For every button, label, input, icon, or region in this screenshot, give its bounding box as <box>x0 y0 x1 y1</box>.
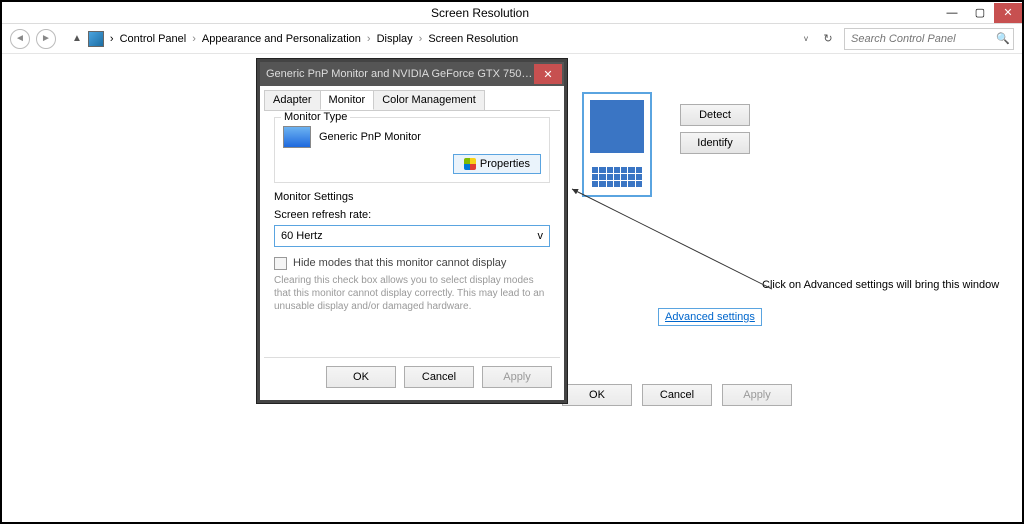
monitor-settings-group: Monitor Settings Screen refresh rate: 60… <box>274 191 550 313</box>
advanced-settings-link[interactable]: Advanced settings <box>658 308 762 326</box>
tab-color-management[interactable]: Color Management <box>373 90 485 110</box>
apply-button: Apply <box>722 384 792 406</box>
maximize-button[interactable]: ▢ <box>966 3 994 23</box>
breadcrumb: Control Panel › Appearance and Personali… <box>120 33 519 45</box>
dialog-close-button[interactable]: ✕ <box>534 64 562 84</box>
identify-button[interactable]: Identify <box>680 132 750 154</box>
up-icon[interactable]: ▲ <box>72 33 82 44</box>
search-box[interactable]: 🔍 <box>844 28 1014 50</box>
search-icon: 🔍 <box>996 32 1010 45</box>
refresh-rate-value: 60 Hertz <box>281 230 323 242</box>
forward-button[interactable]: ► <box>36 29 56 49</box>
refresh-rate-dropdown[interactable]: 60 Hertz v <box>274 225 550 247</box>
hide-modes-help: Clearing this check box allows you to se… <box>274 274 550 313</box>
minimize-button[interactable]: — <box>938 3 966 23</box>
dialog-titlebar: Generic PnP Monitor and NVIDIA GeForce G… <box>260 62 564 86</box>
monitor-icon <box>283 126 311 148</box>
main-button-row: OK Cancel Apply <box>562 384 792 406</box>
annotation-advanced: Click on Advanced settings will bring th… <box>762 279 999 291</box>
dialog-title: Generic PnP Monitor and NVIDIA GeForce G… <box>266 68 534 80</box>
breadcrumb-item[interactable]: Appearance and Personalization <box>202 33 361 45</box>
monitor-name: Generic PnP Monitor <box>319 131 421 143</box>
ok-button[interactable]: OK <box>562 384 632 406</box>
breadcrumb-item[interactable]: Screen Resolution <box>428 33 518 45</box>
hide-modes-row[interactable]: Hide modes that this monitor cannot disp… <box>274 257 550 270</box>
window-title: Screen Resolution <box>22 6 938 20</box>
monitor-settings-label: Monitor Settings <box>274 191 550 203</box>
uac-shield-icon <box>464 158 476 170</box>
refresh-button[interactable]: ↻ <box>818 29 838 49</box>
display-screen-icon <box>590 100 644 153</box>
close-button[interactable]: ✕ <box>994 3 1022 23</box>
control-panel-icon <box>88 31 104 47</box>
monitor-type-group: Monitor Type Generic PnP Monitor Propert… <box>274 117 550 183</box>
hide-modes-checkbox[interactable] <box>274 257 287 270</box>
chevron-down-icon: v <box>538 230 544 242</box>
detect-button[interactable]: Detect <box>680 104 750 126</box>
navigation-bar: ◄ ► ▲ › Control Panel › Appearance and P… <box>2 24 1022 54</box>
cancel-button[interactable]: Cancel <box>642 384 712 406</box>
dialog-tabs: Adapter Monitor Color Management <box>264 90 560 111</box>
breadcrumb-item[interactable]: Display <box>377 33 413 45</box>
breadcrumb-item[interactable]: Control Panel <box>120 33 187 45</box>
display-grid-icon <box>592 167 642 187</box>
tab-monitor[interactable]: Monitor <box>320 90 375 110</box>
dialog-ok-button[interactable]: OK <box>326 366 396 388</box>
search-input[interactable] <box>849 32 996 46</box>
monitor-properties-dialog: Generic PnP Monitor and NVIDIA GeForce G… <box>257 59 567 403</box>
breadcrumb-sep: › <box>110 33 114 45</box>
address-dropdown-icon[interactable]: v <box>800 34 812 43</box>
properties-button[interactable]: Properties <box>453 154 541 174</box>
dialog-body: Monitor Type Generic PnP Monitor Propert… <box>264 110 560 327</box>
tab-adapter[interactable]: Adapter <box>264 90 321 110</box>
content-area: Detect Identify Advanced settings OK Can… <box>2 54 1022 522</box>
display-preview[interactable] <box>582 92 652 197</box>
dialog-footer: OK Cancel Apply <box>264 357 560 396</box>
window-titlebar: Screen Resolution — ▢ ✕ <box>2 2 1022 24</box>
refresh-rate-label: Screen refresh rate: <box>274 209 550 221</box>
dialog-apply-button: Apply <box>482 366 552 388</box>
dialog-cancel-button[interactable]: Cancel <box>404 366 474 388</box>
monitor-type-label: Monitor Type <box>281 111 350 123</box>
hide-modes-label: Hide modes that this monitor cannot disp… <box>293 257 506 269</box>
back-button[interactable]: ◄ <box>10 29 30 49</box>
